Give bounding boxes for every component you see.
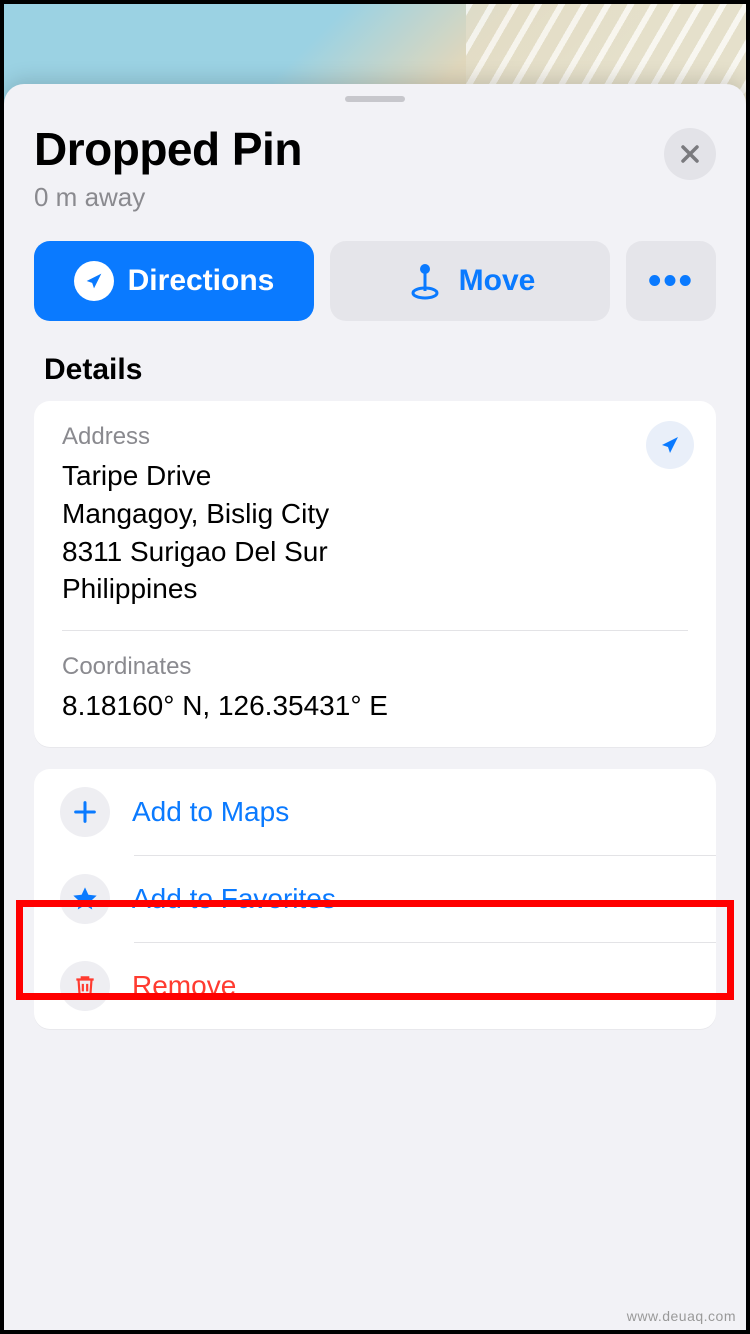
address-line: Mangagoy, Bislig City <box>62 495 688 533</box>
bottom-sheet: Dropped Pin 0 m away Directions Mo <box>4 84 746 1330</box>
add-to-favorites-label: Add to Favorites <box>132 883 336 915</box>
add-to-maps-label: Add to Maps <box>132 796 289 828</box>
sheet-grabber[interactable] <box>345 96 405 102</box>
star-icon <box>60 874 110 924</box>
add-to-maps-row[interactable]: Add to Maps <box>34 769 716 855</box>
directions-icon <box>74 261 114 301</box>
remove-label: Remove <box>132 970 236 1002</box>
plus-icon <box>60 787 110 837</box>
details-card: Address Taripe Drive Mangagoy, Bislig Ci… <box>34 401 716 747</box>
address-line: Philippines <box>62 570 688 608</box>
share-arrow-icon <box>658 433 682 457</box>
remove-row[interactable]: Remove <box>34 943 716 1029</box>
watermark: www.deuaq.com <box>627 1308 736 1324</box>
more-button[interactable]: ••• <box>626 241 716 321</box>
directions-button[interactable]: Directions <box>34 241 314 321</box>
actions-row: Directions Move ••• <box>4 223 746 347</box>
trash-icon <box>60 961 110 1011</box>
ellipsis-icon: ••• <box>648 260 694 303</box>
address-block: Address Taripe Drive Mangagoy, Bislig Ci… <box>34 401 716 630</box>
actions-list-card: Add to Maps Add to Favorites Remove <box>34 769 716 1029</box>
sheet-header: Dropped Pin 0 m away <box>4 122 746 223</box>
page-title: Dropped Pin <box>34 122 664 176</box>
address-label: Address <box>62 423 688 451</box>
address-line: Taripe Drive <box>62 457 688 495</box>
close-button[interactable] <box>664 128 716 180</box>
coordinates-value: 8.18160° N, 126.35431° E <box>62 687 688 725</box>
address-line: 8311 Surigao Del Sur <box>62 533 688 571</box>
details-section-title: Details <box>4 347 746 401</box>
move-label: Move <box>459 264 536 298</box>
coordinates-block: Coordinates 8.18160° N, 126.35431° E <box>34 631 716 747</box>
move-button[interactable]: Move <box>330 241 610 321</box>
distance-subtitle: 0 m away <box>34 182 664 213</box>
directions-label: Directions <box>128 264 275 298</box>
close-icon <box>678 142 702 166</box>
pin-move-icon <box>405 261 445 301</box>
add-to-favorites-row[interactable]: Add to Favorites <box>34 856 716 942</box>
coordinates-label: Coordinates <box>62 653 688 681</box>
share-address-button[interactable] <box>646 421 694 469</box>
